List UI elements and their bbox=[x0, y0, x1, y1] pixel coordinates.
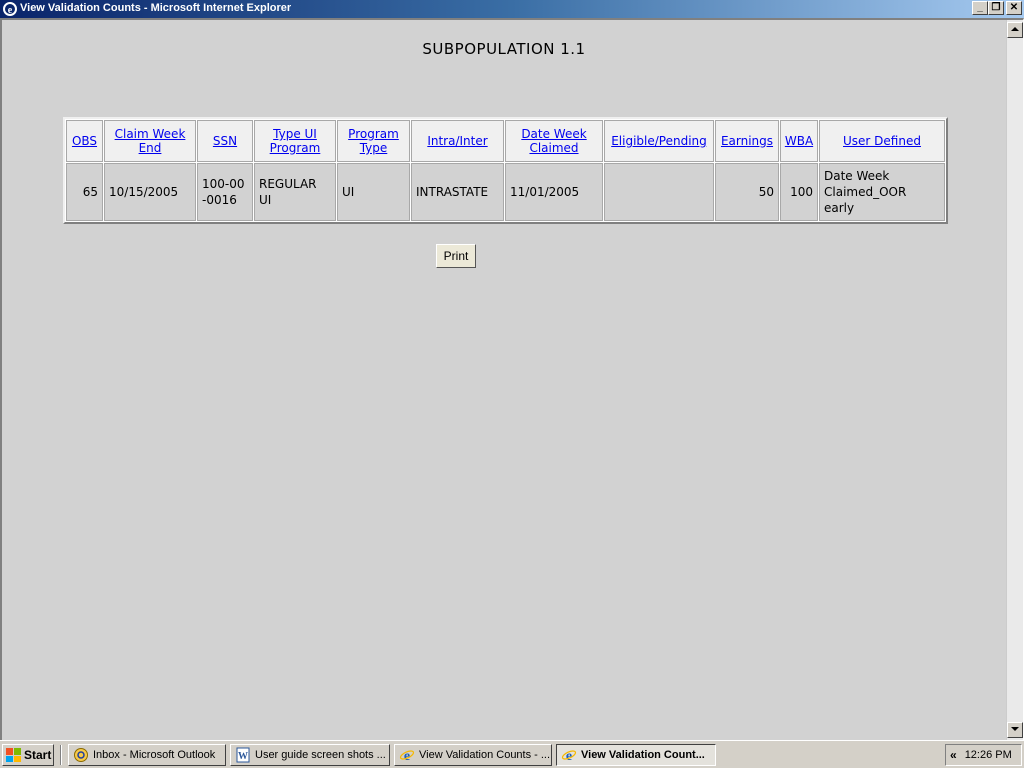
cell-type-ui-program: REGULAR UI bbox=[254, 163, 336, 221]
cell-intra-inter: INTRASTATE bbox=[411, 163, 504, 221]
restore-button[interactable]: ❐ bbox=[988, 1, 1004, 15]
close-button[interactable]: ✕ bbox=[1006, 1, 1022, 15]
word-icon: W bbox=[236, 747, 250, 763]
cell-eligible-pending bbox=[604, 163, 714, 221]
column-header[interactable]: Eligible/Pending bbox=[604, 120, 714, 162]
clock[interactable]: 12:26 PM bbox=[961, 749, 1012, 761]
column-header[interactable]: Claim Week End bbox=[104, 120, 196, 162]
column-header[interactable]: WBA bbox=[780, 120, 818, 162]
table-row: 65 10/15/2005 100-00-0016 REGULAR UI UI … bbox=[66, 163, 945, 221]
arrow-down-icon bbox=[1011, 727, 1019, 731]
cell-obs: 65 bbox=[66, 163, 103, 221]
sort-link-wba[interactable]: WBA bbox=[785, 134, 813, 148]
cell-ssn: 100-00-0016 bbox=[197, 163, 253, 221]
sort-link-type-ui-program[interactable]: Type UI Program bbox=[270, 127, 321, 155]
table-header-row: OBS Claim Week End SSN Type UI Program P… bbox=[66, 120, 945, 162]
sort-link-user-defined[interactable]: User Defined bbox=[843, 134, 921, 148]
sort-link-program-type[interactable]: Program Type bbox=[348, 127, 399, 155]
taskbar-separator bbox=[60, 745, 62, 765]
column-header[interactable]: OBS bbox=[66, 120, 103, 162]
sort-link-eligible-pending[interactable]: Eligible/Pending bbox=[611, 134, 707, 148]
window-title: View Validation Counts - Microsoft Inter… bbox=[20, 2, 292, 14]
ie-icon: e bbox=[561, 749, 577, 763]
sort-link-claim-week-end[interactable]: Claim Week End bbox=[115, 127, 186, 155]
page-title: SUBPOPULATION 1.1 bbox=[422, 40, 586, 58]
minimize-button[interactable]: _ bbox=[972, 1, 988, 15]
ie-icon: e bbox=[399, 749, 415, 763]
taskbar-item-ie[interactable]: e View Validation Counts - ... bbox=[394, 744, 552, 766]
sort-link-obs[interactable]: OBS bbox=[72, 134, 97, 148]
ie-icon: e bbox=[3, 2, 17, 16]
taskbar-item-label: User guide screen shots ... bbox=[255, 749, 386, 761]
column-header[interactable]: Date Week Claimed bbox=[505, 120, 603, 162]
windows-logo-icon bbox=[6, 748, 21, 762]
validation-table: OBS Claim Week End SSN Type UI Program P… bbox=[63, 117, 948, 224]
taskbar-item-label: View Validation Counts - ... bbox=[419, 749, 551, 761]
svg-text:W: W bbox=[238, 751, 248, 762]
taskbar-item-label: Inbox - Microsoft Outlook bbox=[93, 749, 216, 761]
print-button[interactable]: Print bbox=[436, 244, 476, 268]
column-header[interactable]: Earnings bbox=[715, 120, 779, 162]
taskbar-item-ie-active[interactable]: e View Validation Count... bbox=[556, 744, 716, 766]
sort-link-intra-inter[interactable]: Intra/Inter bbox=[427, 134, 487, 148]
cell-earnings: 50 bbox=[715, 163, 779, 221]
sort-link-date-week-claimed[interactable]: Date Week Claimed bbox=[521, 127, 586, 155]
column-header[interactable]: Type UI Program bbox=[254, 120, 336, 162]
column-header[interactable]: SSN bbox=[197, 120, 253, 162]
title-bar[interactable]: e View Validation Counts - Microsoft Int… bbox=[0, 0, 1024, 18]
scroll-up-button[interactable] bbox=[1007, 22, 1023, 38]
cell-user-defined: Date Week Claimed_OOR early bbox=[819, 163, 945, 221]
column-header[interactable]: User Defined bbox=[819, 120, 945, 162]
cell-claim-week-end: 10/15/2005 bbox=[104, 163, 196, 221]
start-label: Start bbox=[24, 748, 52, 762]
cell-program-type: UI bbox=[337, 163, 410, 221]
scroll-down-button[interactable] bbox=[1007, 722, 1023, 738]
sort-link-ssn[interactable]: SSN bbox=[213, 134, 237, 148]
arrow-up-icon bbox=[1011, 27, 1019, 31]
taskbar-item-word[interactable]: W User guide screen shots ... bbox=[230, 744, 390, 766]
taskbar: Start Inbox - Microsoft Outlook W User g… bbox=[0, 740, 1024, 768]
column-header[interactable]: Intra/Inter bbox=[411, 120, 504, 162]
vertical-scrollbar[interactable] bbox=[1007, 20, 1023, 740]
cell-wba: 100 bbox=[780, 163, 818, 221]
sort-link-earnings[interactable]: Earnings bbox=[721, 134, 773, 148]
svg-text:e: e bbox=[8, 5, 13, 16]
outlook-icon bbox=[74, 748, 88, 762]
browser-content-area: SUBPOPULATION 1.1 OBS Claim Week End SSN… bbox=[0, 18, 1024, 740]
taskbar-item-label: View Validation Count... bbox=[581, 749, 705, 761]
taskbar-item-outlook[interactable]: Inbox - Microsoft Outlook bbox=[68, 744, 226, 766]
tray-expand-button[interactable]: « bbox=[946, 748, 961, 762]
column-header[interactable]: Program Type bbox=[337, 120, 410, 162]
start-button[interactable]: Start bbox=[2, 744, 54, 766]
cell-date-week-claimed: 11/01/2005 bbox=[505, 163, 603, 221]
page-content: SUBPOPULATION 1.1 OBS Claim Week End SSN… bbox=[2, 20, 1006, 740]
system-tray: « 12:26 PM bbox=[945, 744, 1022, 766]
